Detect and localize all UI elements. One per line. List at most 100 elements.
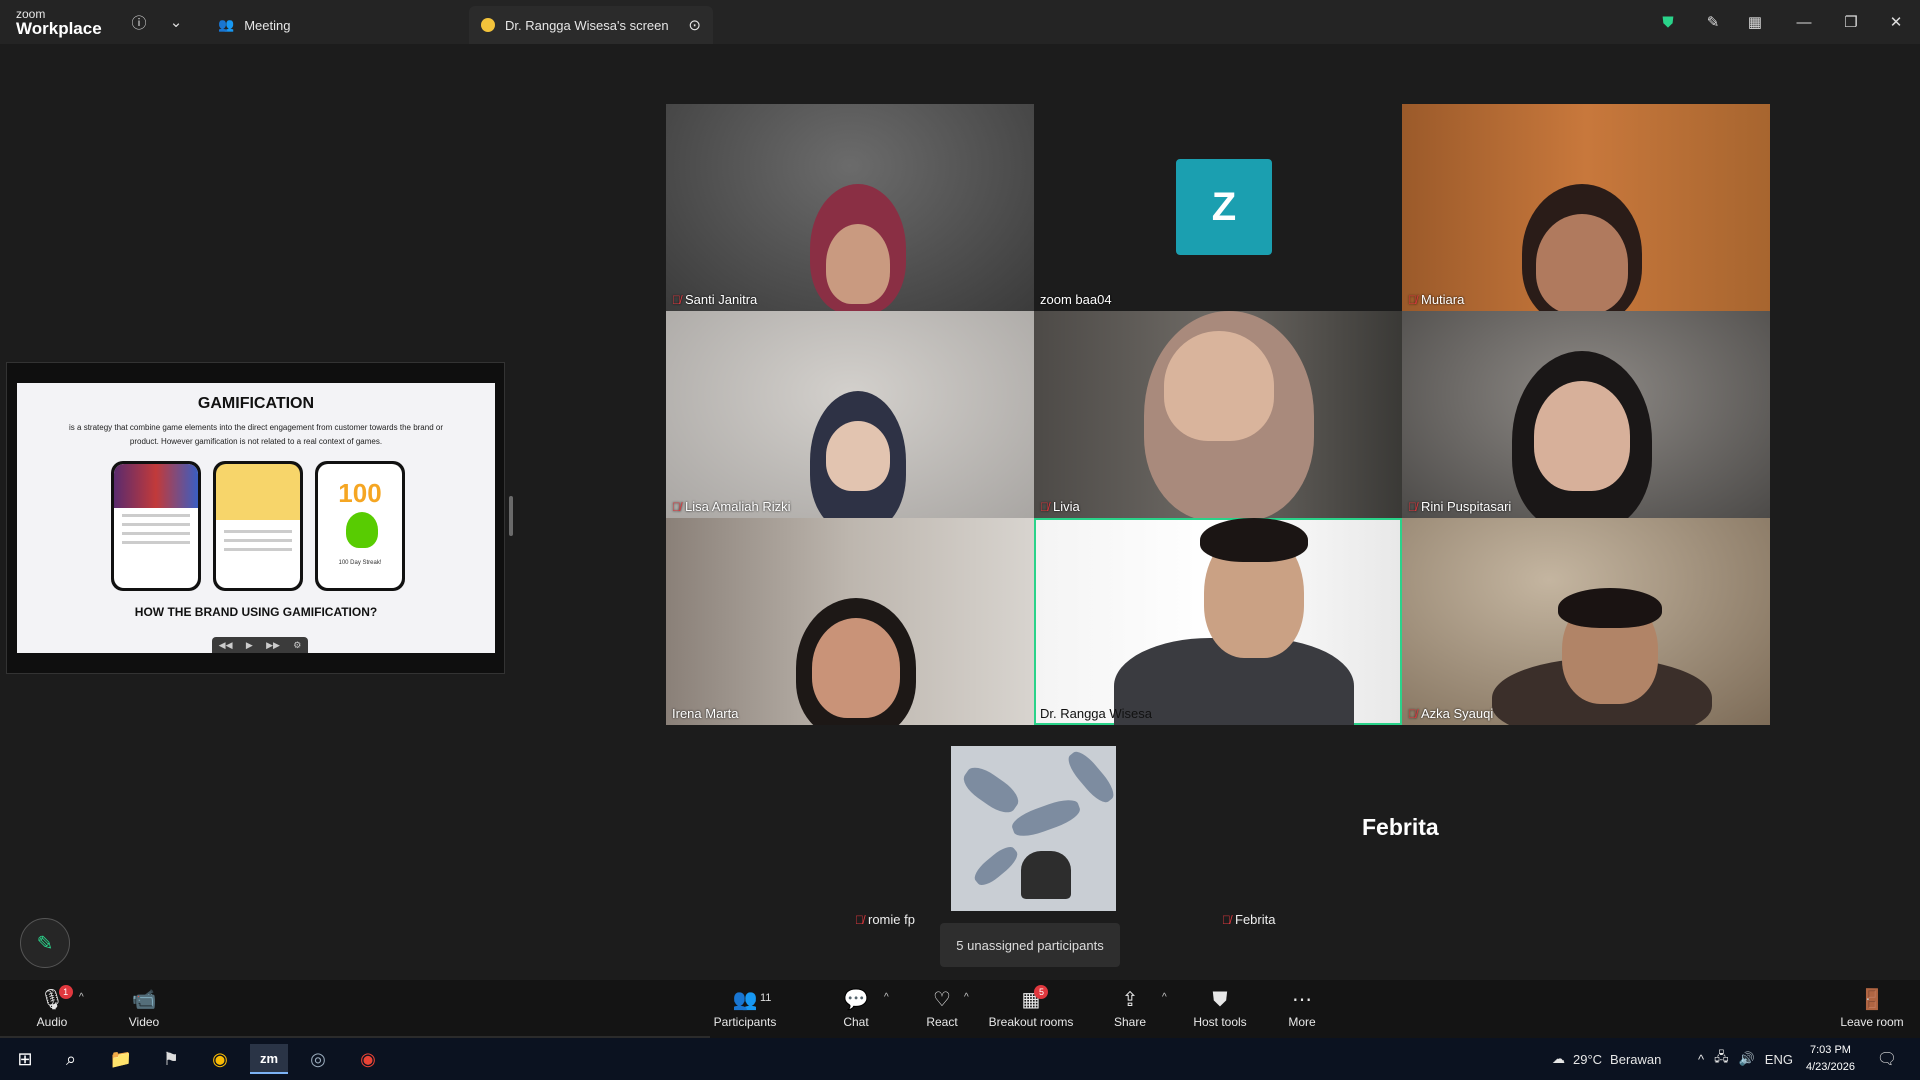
temperature: 29°C [1573,1051,1603,1067]
file-explorer-icon[interactable]: 📁 [102,1044,140,1074]
participant-name: 🎙̸ Santi Janitra [672,292,758,307]
video-tile-azka[interactable]: 🎙̸ Azka Syauqi [1402,518,1770,725]
chrome-icon[interactable]: ◉ [201,1044,239,1074]
participants-icon: 👥 [732,989,758,1011]
react-button[interactable]: ♡ React [922,980,962,1038]
clock-date: 4/23/2026 [1806,1061,1855,1073]
slide-body: is a strategy that combine game elements… [69,423,443,446]
audio-button[interactable]: 🎙 1 Audio [28,980,76,1038]
participant-name: 🎙̸ Livia [1040,499,1080,514]
video-tile-lisa[interactable]: 🎙̸ Lisa Amaliah Rizki [666,311,1034,518]
leave-room-button[interactable]: 🚪 Leave room [1840,980,1904,1038]
share-button[interactable]: ⇪ Share [1112,980,1148,1038]
participants-count: 11 [760,992,772,1004]
video-tile-irena[interactable]: Irena Marta [666,518,1034,725]
share-screen-icon: ⇪ [1121,989,1139,1011]
phone-mockup-quiz [213,461,303,591]
host-tools-button[interactable]: ⛊ Host tools [1192,980,1248,1038]
romie-avatar-tile[interactable] [951,746,1116,911]
share-options-caret[interactable]: ^ [1162,992,1167,1003]
participant-name: Dr. Rangga Wisesa [1040,706,1152,721]
video-tile-rini[interactable]: 🎙̸ Rini Puspitasari [1402,311,1770,518]
rewind-icon[interactable]: ◀◀ [219,640,233,651]
layout-view-icon[interactable]: ▦ [1743,10,1767,34]
restore-icon[interactable]: ❐ [1836,10,1866,34]
mic-muted-icon: 🎙̸ [1040,499,1049,514]
video-tile-mutiara[interactable]: 🎙̸ Mutiara [1402,104,1770,311]
clock-time: 7:03 PM [1809,1044,1851,1056]
windows-taskbar: ⊞ ⌕ 📁 ⚑ ◉ zm ◎ ◉ ☁ 29°C Berawan ^ 🖧 🔊 EN… [0,1038,1920,1080]
security-shield-icon[interactable]: ⛊ [1656,10,1680,34]
settings-icon[interactable]: ⚙ [293,640,301,651]
audio-badge: 1 [58,985,73,999]
video-off-icon: 📹 [131,989,157,1011]
heart-icon: ♡ [933,989,951,1011]
phone-mockup-streak: 100 100 Day Streak! [315,461,405,591]
romie-name-label: 🎙̸ romie fp [855,912,915,927]
participant-name: 🎙̸ Azka Syauqi [1408,706,1494,721]
participants-button[interactable]: 👥 Participants [710,980,780,1038]
tab-meeting[interactable]: 👥 Meeting [206,6,302,44]
play-icon[interactable]: ▶ [246,640,253,651]
participant-name: 🎙̸ Lisa Amaliah Rizki [672,499,791,514]
camera-app-icon[interactable]: ◎ [299,1044,337,1074]
avatar: Z [1176,159,1272,255]
system-tray: ^ 🖧 🔊 ENG [1698,1038,1793,1080]
clock[interactable]: 7:03 PM 4/23/2026 [1806,1042,1855,1076]
slide-playback-controls[interactable]: ◀◀ ▶ ▶▶ ⚙ [212,637,308,653]
breakout-badge: 5 [1034,985,1049,999]
minimize-icon[interactable]: — [1789,10,1819,34]
breakout-rooms-button[interactable]: ▦ 5 Breakout rooms [988,980,1074,1038]
participant-name: 🎙̸ Mutiara [1408,292,1465,307]
febrita-name-display[interactable]: Febrita [1362,814,1439,841]
presentation-slide: GAMIFICATION is a strategy that combine … [17,383,495,653]
video-tile-livia[interactable]: 🎙̸ Livia [1034,311,1402,518]
mic-muted-icon: 🎙̸ [672,499,681,514]
meeting-content: GAMIFICATION is a strategy that combine … [0,44,1920,980]
info-icon[interactable]: ⓘ [127,10,151,34]
slide-question: HOW THE BRAND USING GAMIFICATION? [134,605,378,619]
more-options-icon[interactable]: ⊙ [688,16,701,34]
panel-resize-handle[interactable] [509,496,513,536]
chat-icon: 💬 [843,989,869,1011]
notifications-icon[interactable]: 🗨 [1868,1044,1906,1074]
chat-button[interactable]: 💬 Chat [838,980,874,1038]
weather-widget[interactable]: ☁ 29°C Berawan [1552,1038,1661,1080]
video-tile-santi[interactable]: 🎙̸ Santi Janitra [666,104,1034,311]
video-button[interactable]: 📹 Video [122,980,166,1038]
video-tile-zoom-baa04[interactable]: Z zoom baa04 [1034,104,1402,311]
annotate-pencil-icon[interactable]: ✎ [1701,10,1725,34]
annotate-button[interactable]: ✎ [20,918,70,968]
app-icon[interactable]: ⚑ [152,1044,190,1074]
mic-muted-icon: 🎙̸ [1408,499,1417,514]
audio-options-caret[interactable]: ^ [79,992,84,1003]
tab-shared-screen[interactable]: Dr. Rangga Wisesa's screen ⊙ [469,6,713,44]
chat-options-caret[interactable]: ^ [884,992,889,1003]
language-indicator[interactable]: ENG [1765,1052,1793,1067]
zoom-taskbar-icon[interactable]: zm [250,1044,288,1074]
shared-screen-panel[interactable]: GAMIFICATION is a strategy that combine … [6,362,505,674]
unassigned-participants-tooltip: 5 unassigned participants [940,923,1120,967]
windows-start-icon[interactable]: ⊞ [6,1044,44,1074]
chrome-profile-icon[interactable]: ◉ [349,1044,387,1074]
meeting-toolbar: 🎙 1 Audio ^ 📹 Video 👥 Participants 11 💬 C… [0,980,1920,1038]
volume-icon[interactable]: 🔊 [1739,1051,1755,1067]
close-icon[interactable]: ✕ [1881,10,1911,34]
chevron-down-icon[interactable]: ⌄ [164,10,188,34]
leave-room-icon: 🚪 [1859,989,1885,1011]
video-tile-rangga-active-speaker[interactable]: Dr. Rangga Wisesa [1034,518,1402,725]
more-button[interactable]: ⋯ More [1286,980,1318,1038]
react-options-caret[interactable]: ^ [964,992,969,1003]
more-icon: ⋯ [1292,989,1312,1011]
weather-icon: ☁ [1552,1051,1565,1066]
chevron-up-icon[interactable]: ^ [1698,1052,1704,1067]
zoom-window: zoom Workplace ⓘ ⌄ 👥 Meeting Dr. Rangga … [0,0,1920,1080]
network-icon[interactable]: 🖧 [1714,1048,1729,1070]
meeting-icon: 👥 [218,17,235,32]
zoom-logo: zoom Workplace [16,8,102,37]
microphone-icon: 🎙 1 [39,985,73,1011]
febrita-name-label: 🎙̸ Febrita [1222,912,1276,927]
forward-icon[interactable]: ▶▶ [266,640,280,651]
streak-caption: 100 Day Streak! [338,560,382,566]
search-icon[interactable]: ⌕ [52,1044,90,1074]
